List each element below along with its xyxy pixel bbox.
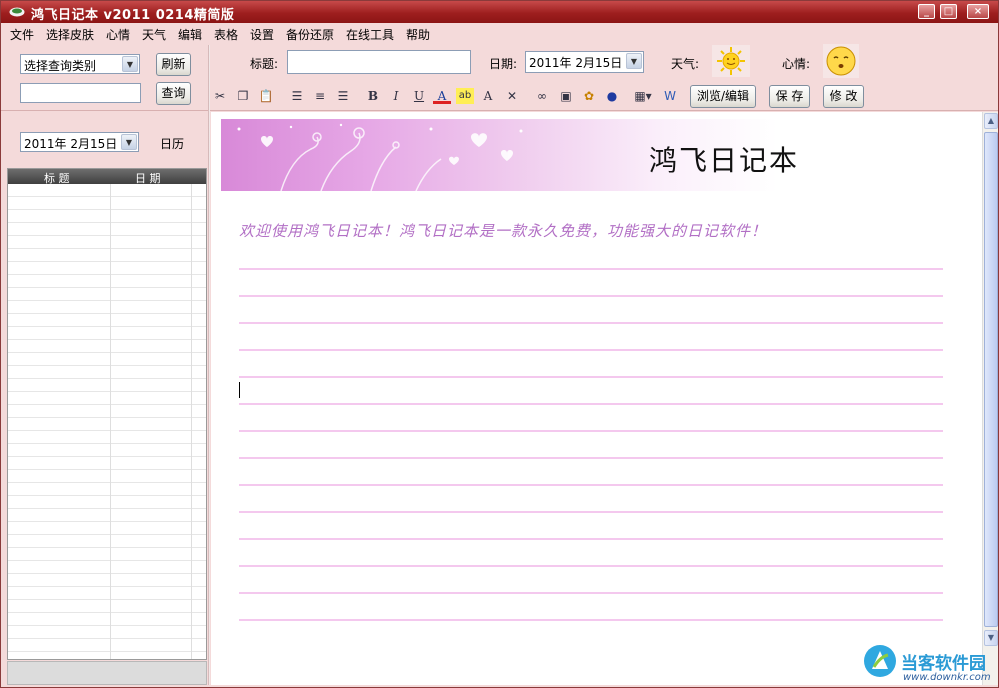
menu-skin[interactable]: 选择皮肤 [46, 26, 94, 43]
category-select-value: 选择查询类别 [24, 59, 97, 73]
table-icon[interactable]: ▦▾ [629, 88, 657, 104]
category-select[interactable]: 选择查询类别 ▼ [20, 54, 140, 74]
date-filter-value: 2011年 2月15日 [24, 137, 118, 151]
save-button[interactable]: 保 存 [769, 85, 810, 108]
watermark-url: www.downkr.com [903, 672, 991, 683]
scroll-thumb[interactable] [984, 132, 998, 627]
app-logo-icon [9, 7, 25, 17]
menu-backup[interactable]: 备份还原 [286, 26, 334, 43]
diary-list-body[interactable] [8, 184, 206, 659]
banner-title: 鸿飞日记本 [649, 144, 800, 177]
paste-icon[interactable]: 📋 [257, 88, 275, 104]
title-bar[interactable]: 鸿飞日记本 v2011 0214精简版 _ □ × [1, 1, 998, 23]
mood-button[interactable] [823, 44, 859, 78]
column-date[interactable]: 日 期 [135, 170, 161, 186]
flash-icon[interactable]: ● [603, 88, 621, 104]
italic-button[interactable]: I [387, 88, 405, 104]
diary-list-header: 标 题 日 期 [8, 169, 206, 186]
query-button[interactable]: 查询 [156, 82, 191, 105]
column-divider [191, 169, 192, 659]
align-right-icon[interactable]: ☰ [334, 88, 352, 104]
font-size-button[interactable]: A [479, 88, 497, 104]
column-divider [110, 169, 111, 659]
site-watermark: 当客软件园 www.downkr.com [857, 641, 997, 687]
font-color-button[interactable]: A [433, 88, 451, 104]
maximize-button[interactable]: □ [940, 4, 957, 19]
column-title[interactable]: 标 题 [44, 170, 70, 186]
weather-button[interactable] [712, 45, 750, 77]
welcome-text: 欢迎使用鸿飞日记本！鸿飞日记本是一款永久免费，功能强大的日记软件！ [239, 222, 768, 240]
cut-icon[interactable]: ✂ [211, 88, 229, 104]
menu-mood[interactable]: 心情 [106, 26, 130, 43]
watermark-logo-icon [864, 645, 896, 677]
menu-bar: 文件 选择皮肤 心情 天气 编辑 表格 设置 备份还原 在线工具 帮助 [1, 23, 998, 43]
list-status-bar [7, 661, 207, 685]
weather-label: 天气: [671, 57, 700, 71]
word-icon[interactable]: W [661, 88, 679, 104]
align-left-icon[interactable]: ☰ [288, 88, 306, 104]
menu-online-tools[interactable]: 在线工具 [346, 26, 394, 43]
link-icon[interactable]: ∞ [533, 88, 551, 104]
date-filter-select[interactable]: 2011年 2月15日 ▼ [20, 132, 139, 152]
date-label: 日期: [489, 57, 518, 71]
chevron-down-icon: ▼ [121, 134, 137, 150]
header-banner: 鸿飞日记本 [221, 119, 963, 191]
underline-button[interactable]: U [410, 88, 428, 104]
query-input[interactable] [20, 83, 141, 103]
chevron-down-icon: ▼ [122, 56, 138, 72]
app-window: 鸿飞日记本 v2011 0214精简版 _ □ × 文件 选择皮肤 心情 天气 … [0, 0, 999, 688]
ruled-lines [239, 243, 943, 643]
refresh-button[interactable]: 刷新 [156, 53, 191, 76]
window-title: 鸿飞日记本 v2011 0214精简版 [31, 8, 235, 23]
chevron-down-icon: ▼ [626, 53, 642, 69]
scroll-up-icon[interactable]: ▲ [984, 113, 998, 129]
mood-label: 心情: [782, 57, 811, 71]
image-icon[interactable]: ▣ [557, 88, 575, 104]
title-label: 标题: [250, 57, 279, 71]
diary-editor[interactable]: 鸿飞日记本 欢迎使用鸿飞日记本！鸿飞日记本是一款永久免费，功能强大的日记软件！ [211, 112, 982, 685]
minimize-button[interactable]: _ [918, 4, 935, 19]
menu-table[interactable]: 表格 [214, 26, 238, 43]
menu-settings[interactable]: 设置 [250, 26, 274, 43]
title-input[interactable] [287, 50, 471, 74]
date-picker[interactable]: 2011年 2月15日 ▼ [525, 51, 644, 73]
copy-icon[interactable]: ❐ [234, 88, 252, 104]
modify-button[interactable]: 修 改 [823, 85, 864, 108]
emoticon-icon[interactable]: ✿ [580, 88, 598, 104]
text-cursor [239, 382, 240, 398]
date-picker-value: 2011年 2月15日 [529, 56, 623, 70]
menu-help[interactable]: 帮助 [406, 26, 430, 43]
sun-icon [712, 45, 750, 77]
menu-edit[interactable]: 编辑 [178, 26, 202, 43]
calendar-label[interactable]: 日历 [160, 135, 184, 152]
menu-file[interactable]: 文件 [10, 26, 34, 43]
editor-scrollbar[interactable]: ▲ ▼ [982, 112, 998, 685]
bold-button[interactable]: B [364, 88, 382, 104]
watermark-text: 当客软件园 [901, 654, 986, 674]
menu-weather[interactable]: 天气 [142, 26, 166, 43]
clear-format-icon[interactable]: ✕ [503, 88, 521, 104]
panel-divider[interactable] [208, 45, 210, 685]
align-center-icon[interactable]: ≡ [311, 88, 329, 104]
browse-edit-button[interactable]: 浏览/编辑 [690, 85, 756, 108]
hearts-decoration [237, 123, 523, 191]
close-button[interactable]: × [967, 4, 989, 19]
highlight-button[interactable]: ab [456, 88, 474, 104]
smiley-icon [823, 44, 859, 78]
diary-list[interactable]: 标 题 日 期 [7, 168, 207, 660]
